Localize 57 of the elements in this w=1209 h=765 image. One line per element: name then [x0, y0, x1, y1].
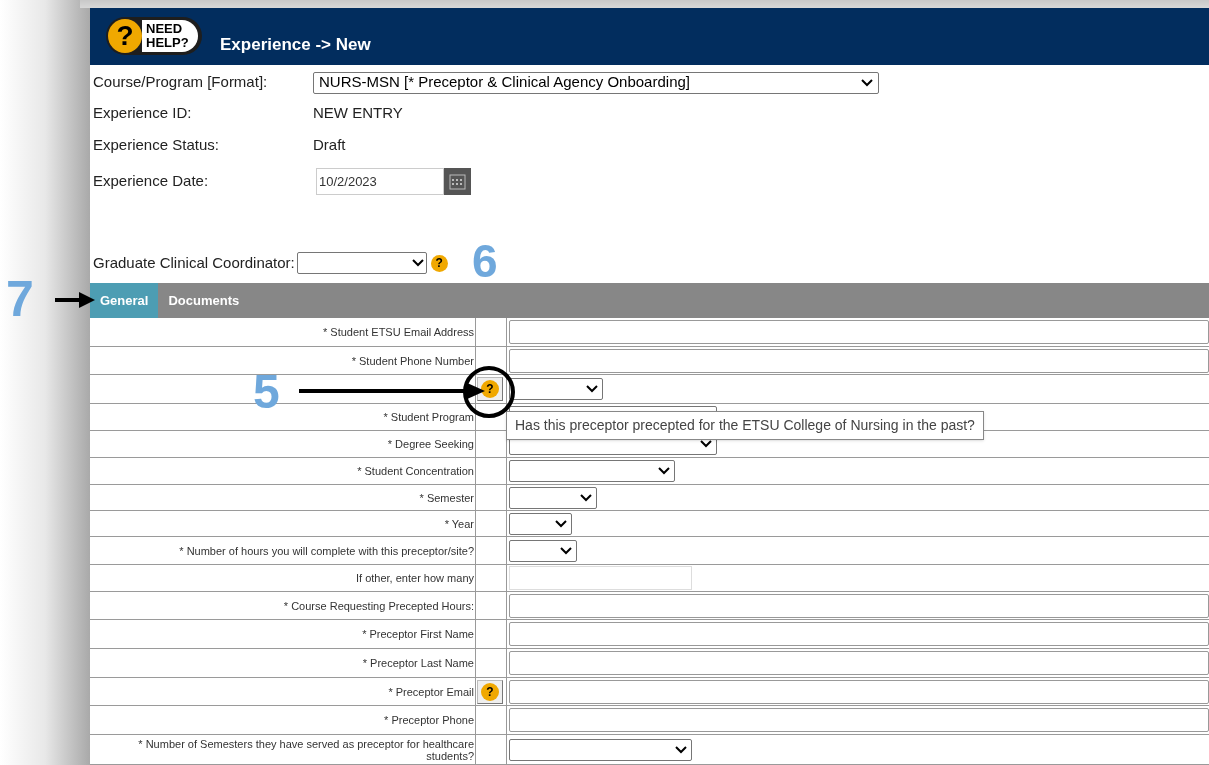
help-button[interactable]: ?: [477, 377, 503, 401]
field-label: * Semester: [419, 491, 474, 504]
chevron-icon: [411, 259, 424, 268]
date-field[interactable]: 10/2/2023: [316, 168, 444, 196]
chevron-icon: [658, 467, 670, 475]
field-label: * Course Requesting Precepted Hours:: [283, 599, 474, 612]
field-label: * Degree Seeking: [387, 438, 474, 450]
field-label: Experience ID:: [93, 102, 193, 123]
select-field[interactable]: [509, 512, 572, 535]
tab[interactable]: Documents: [158, 282, 250, 318]
text-field[interactable]: [509, 622, 1209, 646]
calendar-icon[interactable]: [444, 168, 471, 196]
field-label: Experience Status:: [93, 135, 220, 156]
course-select[interactable]: NURS-MSN [* Preceptor & Clinical Agency Onboarding]: [313, 71, 879, 94]
field-label: * Number of Semesters they have served as preceptor for healthcare students?: [137, 737, 474, 762]
page-title: Experience -> New: [220, 33, 371, 56]
field-label: * Preceptor First Name: [362, 628, 474, 640]
field-label: * Year: [444, 517, 474, 530]
select-field[interactable]: [509, 460, 675, 482]
field-label: * Student Phone Number: [351, 354, 474, 367]
tooltip: Has this preceptor precepted for the ETSU College of Nursing in the past?: [506, 411, 984, 440]
annotation-number: 6: [472, 238, 498, 284]
text-field[interactable]: [509, 708, 1209, 732]
field-label: * Preceptor Last Name: [362, 657, 474, 669]
field-label: Graduate Clinical Coordinator:: [93, 253, 295, 273]
text-field[interactable]: [509, 320, 1209, 344]
text-field[interactable]: [509, 651, 1209, 675]
text-field[interactable]: [509, 679, 1209, 704]
chevron-icon: [700, 440, 712, 448]
chevron-icon: [586, 385, 598, 393]
field-label: Experience Date:: [93, 171, 210, 192]
select-field[interactable]: [509, 378, 603, 400]
field-label: Course/Program [Format]:: [93, 72, 269, 93]
text-field[interactable]: [509, 348, 1209, 373]
field-value: NEW ENTRY: [313, 102, 403, 123]
field-label: * Preceptor Email: [388, 685, 474, 698]
help-button[interactable]: ?: [477, 679, 503, 704]
chevron-icon: [560, 546, 572, 555]
help-icon[interactable]: ?: [430, 254, 448, 272]
text-field[interactable]: [509, 593, 1209, 618]
annotation-number: 7: [6, 274, 34, 324]
field-label: * Student Program: [383, 411, 474, 423]
field-label: * Student Concentration: [357, 465, 474, 477]
chevron-icon: [675, 745, 687, 754]
field-label: * Number of hours you will complete with this preceptor/site?: [179, 544, 474, 557]
annotation-arrow: [55, 292, 95, 308]
coordinator-select[interactable]: [296, 252, 427, 275]
select-field[interactable]: [509, 738, 692, 761]
select-field[interactable]: [509, 539, 577, 562]
field-value: Draft: [313, 135, 346, 156]
select-field[interactable]: [509, 486, 597, 509]
field-label: * Preceptor Phone: [384, 714, 474, 726]
field-label: If other, enter how many: [356, 572, 474, 584]
chevron-icon: [861, 78, 873, 87]
chevron-icon: [555, 519, 567, 528]
field-label: * Student ETSU Email Address: [323, 326, 474, 338]
chevron-icon: [580, 493, 592, 502]
